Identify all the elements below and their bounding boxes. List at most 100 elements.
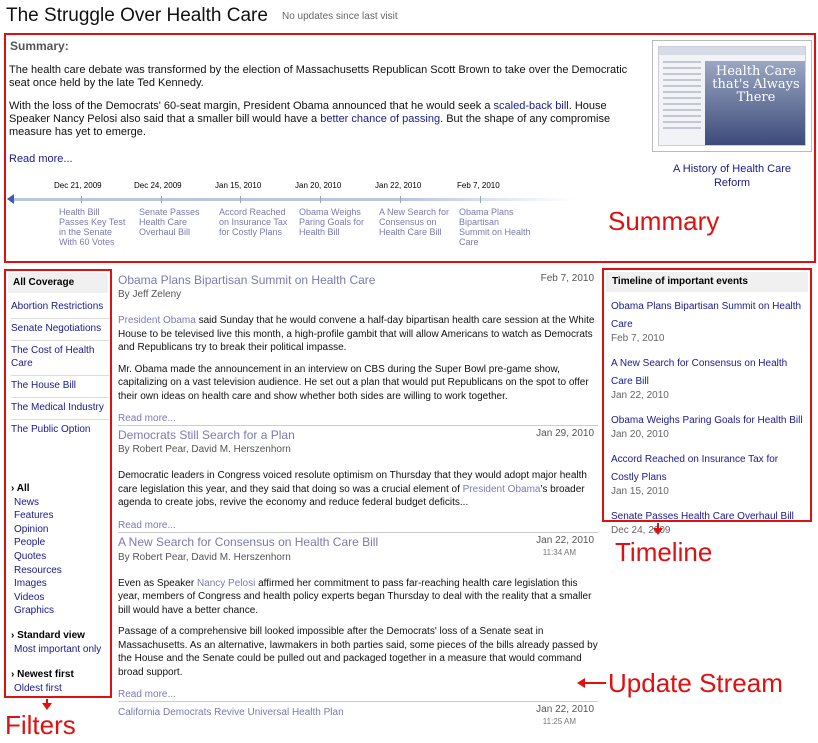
- article-read-more-link[interactable]: Read more...: [118, 518, 598, 532]
- article-byline: By Robert Pear, David M. Herszenhorn: [118, 444, 291, 455]
- filter-news[interactable]: News: [14, 497, 39, 508]
- filter-all-selected[interactable]: › All: [11, 482, 109, 496]
- topic-house-bill[interactable]: The House Bill: [11, 380, 76, 391]
- timeline-event-date: Dec 24, 2009: [611, 525, 671, 536]
- filter-opinion[interactable]: Opinion: [14, 524, 48, 535]
- timeline-date: Feb 7, 2010: [457, 181, 500, 190]
- article-date: Jan 22, 2010: [536, 534, 594, 546]
- timeline-event: Senate Passes Health Care Overhaul Bill …: [611, 506, 807, 537]
- timeline-event-date: Jan 15, 2010: [611, 486, 669, 497]
- timeline-event-title[interactable]: Obama Weighs Paring Goals for Health Bil…: [611, 415, 803, 426]
- article: Democrats Still Search for a Plan Jan 29…: [118, 426, 598, 533]
- president-obama-link[interactable]: President Obama: [118, 315, 196, 326]
- timeline-event-date: Jan 20, 2010: [611, 429, 669, 440]
- summary-text: With the loss of the Democrats' 60-seat …: [9, 100, 494, 112]
- timeline-item-label[interactable]: Health Bill Passes Key Test in the Senat…: [59, 207, 131, 247]
- article-paragraph: Mr. Obama made the announcement in an in…: [118, 363, 589, 402]
- timeline-event: Obama Weighs Paring Goals for Health Bil…: [611, 410, 807, 441]
- page-title: The Struggle Over Health Care: [6, 5, 268, 26]
- timeline-date: Jan 22, 2010: [375, 181, 422, 190]
- filter-quotes[interactable]: Quotes: [14, 551, 46, 562]
- article-title[interactable]: Democrats Still Search for a Plan: [118, 428, 295, 442]
- article-title[interactable]: A New Search for Consensus on Health Car…: [118, 535, 378, 549]
- timeline-date: Jan 15, 2010: [215, 181, 262, 190]
- summary-paragraph: The health care debate was transformed b…: [9, 64, 628, 89]
- filter-graphics[interactable]: Graphics: [14, 605, 54, 616]
- standard-view-selected[interactable]: › Standard view: [11, 629, 109, 643]
- nancy-pelosi-link[interactable]: Nancy Pelosi: [197, 578, 255, 589]
- timeline-tick: [161, 196, 162, 203]
- update-status: No updates since last visit: [282, 11, 398, 22]
- filters-annotation: Filters: [5, 710, 76, 740]
- content-type-filter: › All News Features Opinion People Quote…: [11, 482, 109, 618]
- timeline-arrow-head: [653, 528, 663, 535]
- timeline-tick: [480, 196, 481, 203]
- summary-read-more-link[interactable]: Read more...: [9, 153, 73, 165]
- filters-arrow-head: [42, 703, 52, 710]
- timeline-back-arrow-icon[interactable]: [7, 194, 14, 204]
- timeline-tick: [81, 196, 82, 203]
- filter-videos[interactable]: Videos: [14, 592, 44, 603]
- article: A New Search for Consensus on Health Car…: [118, 533, 598, 702]
- timeline-event-date: Jan 22, 2010: [611, 390, 669, 401]
- thumbnail-text-lines: [663, 61, 701, 133]
- summary-annotation: Summary: [608, 206, 720, 236]
- filter-features[interactable]: Features: [14, 510, 53, 521]
- timeline-item-label[interactable]: Obama Weighs Paring Goals for Health Bil…: [299, 207, 371, 237]
- thumbnail-strip: [659, 47, 805, 55]
- article-title[interactable]: Obama Plans Bipartisan Summit on Health …: [118, 273, 375, 287]
- article-paragraph: Passage of a comprehensive bill looked i…: [118, 626, 598, 678]
- timeline-tick: [240, 196, 241, 203]
- update-stream: Obama Plans Bipartisan Summit on Health …: [118, 271, 598, 743]
- timeline-event-title[interactable]: Obama Plans Bipartisan Summit on Health …: [611, 301, 801, 330]
- filter-people[interactable]: People: [14, 537, 45, 548]
- article-title[interactable]: California Democrats Revive Universal He…: [118, 707, 344, 718]
- summary-paragraph: With the loss of the Democrats' 60-seat …: [9, 100, 649, 139]
- article-paragraph: President Obama said Sunday that he woul…: [118, 314, 598, 355]
- stream-arrow-line: [584, 682, 606, 684]
- article: Obama Plans Bipartisan Summit on Health …: [118, 271, 598, 426]
- timeline-event: Obama Plans Bipartisan Summit on Health …: [611, 296, 807, 345]
- timeline-item-label[interactable]: Obama Plans Bipartisan Summit on Health …: [459, 207, 531, 247]
- topic-cost-of-health-care[interactable]: The Cost of Health Care: [11, 345, 94, 369]
- thumbnail-image: Health Care that's Always There: [658, 46, 806, 146]
- article-date: Jan 22, 2010: [536, 704, 594, 715]
- topic-medical-industry[interactable]: The Medical Industry: [11, 402, 104, 413]
- timeline-event-title[interactable]: Senate Passes Health Care Overhaul Bill: [611, 511, 794, 522]
- better-chance-link[interactable]: better chance of passing: [320, 113, 440, 125]
- topic-abortion-restrictions[interactable]: Abortion Restrictions: [11, 301, 103, 312]
- filter-resources[interactable]: Resources: [14, 565, 62, 576]
- order-filter: › Newest first Oldest first: [11, 668, 109, 695]
- timeline-event-title[interactable]: A New Search for Consensus on Health Car…: [611, 358, 787, 387]
- topic-list: Abortion Restrictions Senate Negotiation…: [11, 297, 109, 441]
- topic-senate-negotiations[interactable]: Senate Negotiations: [11, 323, 101, 334]
- timeline-event: Accord Reached on Insurance Tax for Cost…: [611, 449, 807, 498]
- all-coverage-heading[interactable]: All Coverage: [8, 273, 108, 293]
- president-obama-link[interactable]: President Obama: [463, 484, 541, 495]
- timeline-event-list: Obama Plans Bipartisan Summit on Health …: [611, 296, 807, 545]
- article: California Democrats Revive Universal He…: [118, 702, 598, 726]
- timeline-panel: Timeline of important events Obama Plans…: [602, 268, 812, 536]
- history-thumbnail[interactable]: Health Care that's Always There: [652, 40, 812, 152]
- timeline-event-date: Feb 7, 2010: [611, 333, 665, 344]
- timeline-event-title[interactable]: Accord Reached on Insurance Tax for Cost…: [611, 454, 778, 483]
- history-link[interactable]: A History of Health Care Reform: [658, 162, 806, 190]
- article-date: Jan 29, 2010: [536, 428, 594, 439]
- view-filter: › Standard view Most important only: [11, 629, 109, 656]
- oldest-first-link[interactable]: Oldest first: [14, 683, 62, 694]
- filters-panel: All Coverage Abortion Restrictions Senat…: [4, 269, 112, 698]
- timeline-date: Dec 21, 2009: [54, 181, 102, 190]
- filter-images[interactable]: Images: [14, 578, 47, 589]
- timeline-item-label[interactable]: Accord Reached on Insurance Tax for Cost…: [219, 207, 291, 237]
- newest-first-selected[interactable]: › Newest first: [11, 668, 109, 682]
- timeline-item-label[interactable]: A New Search for Consensus on Health Car…: [379, 207, 451, 237]
- scaled-back-bill-link[interactable]: scaled-back bill: [494, 100, 569, 112]
- article-read-more-link[interactable]: Read more...: [118, 411, 598, 425]
- timeline-item-label[interactable]: Senate Passes Health Care Overhaul Bill: [139, 207, 211, 237]
- thumbnail-photo-text: Health Care that's Always There: [712, 64, 800, 105]
- article-read-more-link[interactable]: Read more...: [118, 687, 598, 701]
- article-byline: By Jeff Zeleny: [118, 289, 182, 300]
- topic-public-option[interactable]: The Public Option: [11, 424, 91, 435]
- most-important-only-link[interactable]: Most important only: [14, 644, 101, 655]
- timeline-date: Dec 24, 2009: [134, 181, 182, 190]
